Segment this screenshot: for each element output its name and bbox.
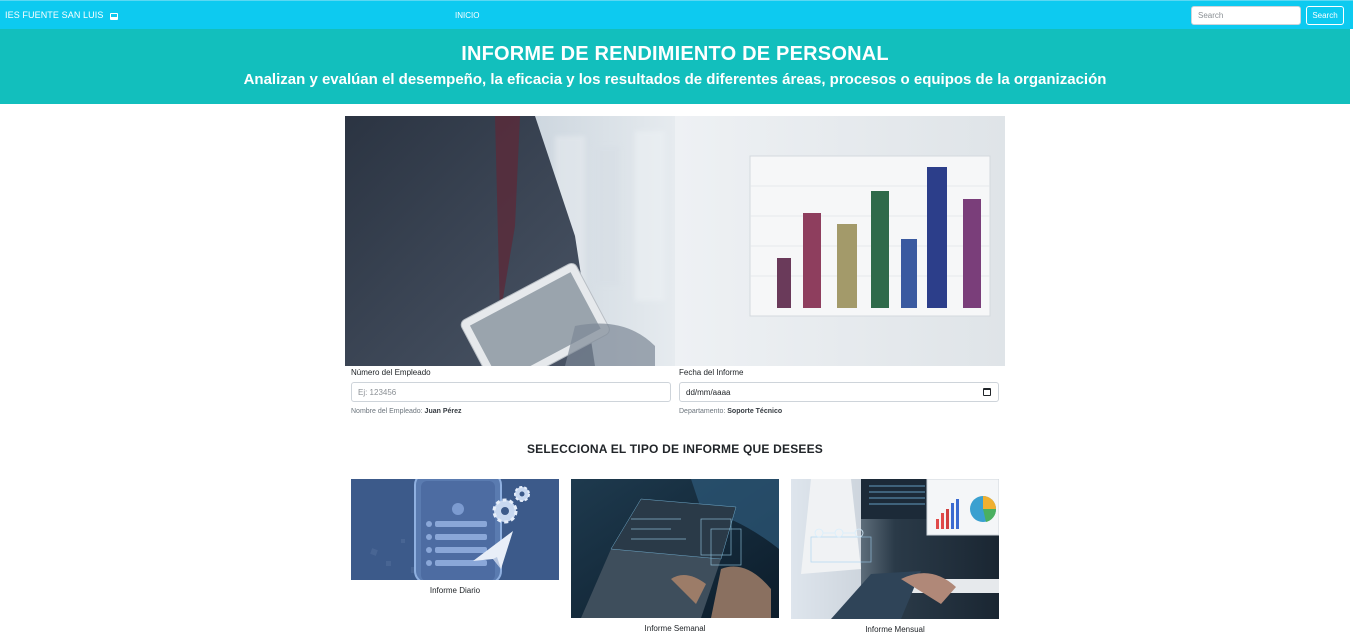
report-date-label: Fecha del Informe bbox=[679, 368, 744, 377]
employee-name-value: Juan Pérez bbox=[424, 408, 462, 415]
employee-name-text: Nombre del Empleado: Juan Pérez bbox=[351, 408, 462, 415]
department-label: Departamento: bbox=[679, 408, 726, 415]
employee-number-input[interactable] bbox=[351, 382, 671, 402]
report-date-placeholder: dd/mm/aaaa bbox=[686, 388, 731, 397]
card-label[interactable]: Informe Semanal bbox=[571, 624, 779, 633]
page-header: INFORME DE RENDIMIENTO DE PERSONAL Anali… bbox=[0, 29, 1350, 104]
search-button[interactable]: Search bbox=[1306, 6, 1344, 25]
calendar-icon[interactable] bbox=[983, 388, 991, 396]
daily-report-image[interactable] bbox=[351, 479, 559, 580]
page-subtitle: Analizan y evalúan el desempeño, la efic… bbox=[243, 71, 1107, 88]
monitor-icon bbox=[110, 13, 118, 20]
weekly-report-image[interactable] bbox=[571, 479, 779, 618]
monthly-report-image[interactable] bbox=[791, 479, 999, 619]
hero-image bbox=[345, 116, 1005, 366]
department-value: Soporte Técnico bbox=[727, 408, 783, 415]
card-label[interactable]: Informe Diario bbox=[351, 586, 559, 595]
report-date-input[interactable]: dd/mm/aaaa bbox=[679, 382, 999, 402]
page-title: INFORME DE RENDIMIENTO DE PERSONAL bbox=[461, 43, 889, 65]
card-label[interactable]: Informe Mensual bbox=[791, 625, 999, 634]
department-text: Departamento: Soporte Técnico bbox=[679, 408, 782, 415]
report-type-heading: SELECCIONA EL TIPO DE INFORME QUE DESEES bbox=[526, 442, 824, 456]
search-input[interactable] bbox=[1191, 6, 1301, 25]
employee-name-label: Nombre del Empleado: bbox=[351, 408, 423, 415]
brand-link[interactable]: IES FUENTE SAN LUIS bbox=[5, 10, 103, 20]
nav-link-inicio[interactable]: INICIO bbox=[455, 11, 479, 20]
employee-number-label: Número del Empleado bbox=[351, 368, 431, 377]
navbar: IES FUENTE SAN LUIS INICIO Search bbox=[0, 0, 1353, 29]
